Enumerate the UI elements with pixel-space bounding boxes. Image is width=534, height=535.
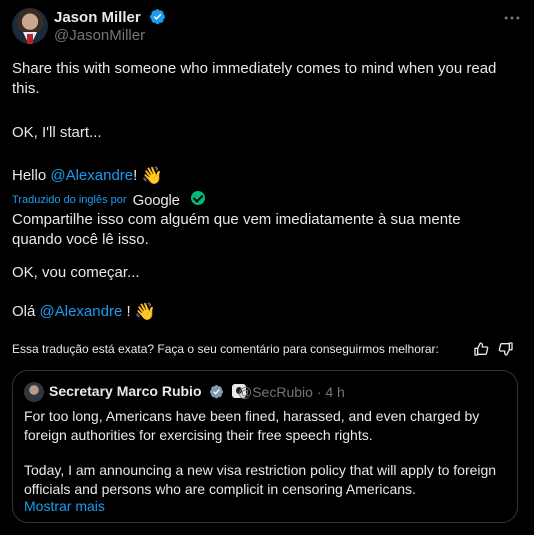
quoted-author-avatar[interactable] [24, 382, 44, 402]
tweet-greeting: Hello [12, 167, 51, 184]
waving-hand-emoji-translated: 👋 [134, 302, 156, 321]
avatar[interactable] [12, 8, 48, 44]
quoted-author-handle[interactable]: @SecRubio [238, 384, 313, 400]
quoted-tweet-time[interactable]: 4 h [325, 384, 344, 400]
author-name-text: Jason Miller [54, 9, 141, 26]
google-logo: Google [132, 192, 180, 209]
translated-text-line2: OK, vou começar... [12, 264, 140, 281]
quoted-author-name-text: Secretary Marco Rubio [49, 383, 202, 399]
meta-separator: · [316, 384, 322, 400]
quoted-author-meta: @SecRubio · 4 h [238, 384, 345, 400]
check-circle-icon [190, 191, 205, 205]
waving-hand-emoji: 👋 [141, 166, 163, 185]
mention-link[interactable]: @Alexandre [50, 167, 133, 184]
author-name[interactable]: Jason Miller [54, 8, 166, 29]
translated-greeting: Olá [12, 303, 40, 320]
tweet-text-line3: Hello @Alexandre! 👋 [12, 166, 512, 186]
tweet-text-line1: Share this with someone who immediately … [12, 60, 497, 97]
tweet-exclamation: ! [133, 167, 138, 184]
show-more-link[interactable]: Mostrar mais [24, 498, 105, 514]
more-horizontal-icon[interactable] [500, 8, 524, 28]
thumbs-down-icon[interactable] [498, 341, 514, 357]
quoted-author-name[interactable]: Secretary Marco Rubio [49, 383, 247, 402]
author-handle[interactable]: @JasonMiller [54, 27, 145, 44]
tweet-text-line2: OK, I'll start... [12, 124, 102, 141]
thumbs-up-icon[interactable] [473, 341, 489, 357]
gray-verified-badge-icon [209, 384, 224, 402]
translated-exclamation: ! [122, 303, 131, 320]
quoted-tweet-paragraph1: For too long, Americans have been fined,… [24, 408, 480, 443]
translated-text-line3: Olá @Alexandre ! 👋 [12, 302, 512, 322]
translated-text-line1: Compartilhe isso com alguém que vem imed… [12, 211, 461, 248]
translation-feedback-prompt: Essa tradução está exata? Faça o seu com… [12, 342, 439, 356]
translation-attribution[interactable]: Traduzido do inglês por Google [12, 191, 205, 209]
avatar-tie [27, 34, 33, 44]
quoted-tweet-paragraph2: Today, I am announcing a new visa restri… [24, 462, 497, 497]
translation-label: Traduzido do inglês por [12, 194, 127, 206]
translated-mention-link[interactable]: @Alexandre [40, 303, 123, 320]
verified-badge-icon [149, 8, 166, 29]
